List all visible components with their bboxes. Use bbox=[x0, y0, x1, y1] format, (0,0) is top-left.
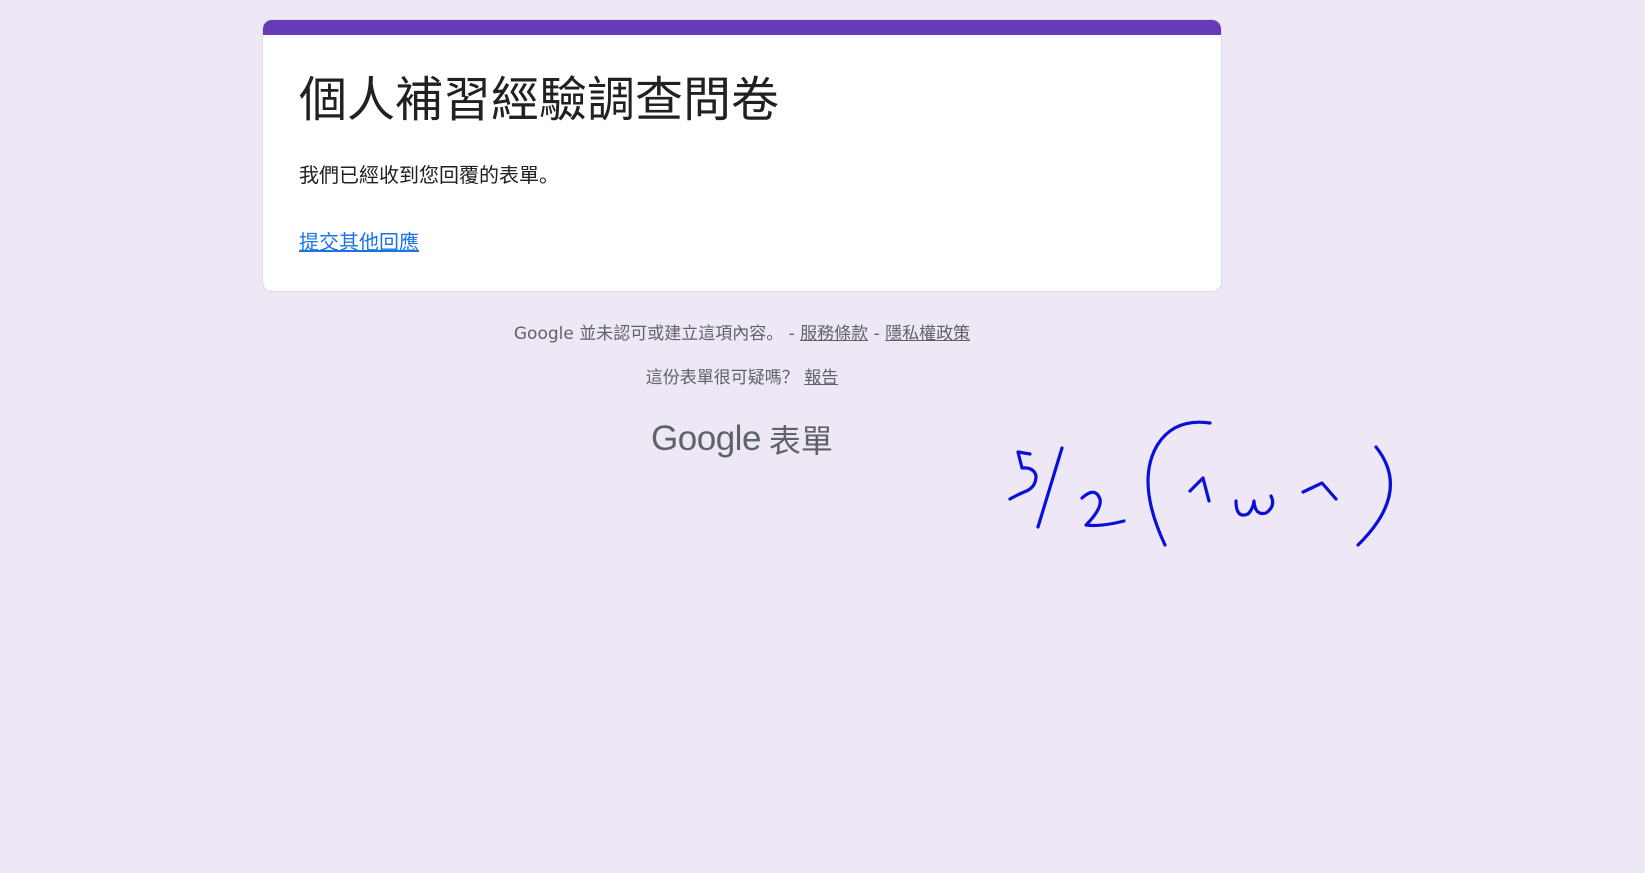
handwriting-digit-5 bbox=[1008, 450, 1038, 501]
handwriting-slash bbox=[1036, 446, 1064, 529]
terms-of-service-link[interactable]: 服務條款 bbox=[800, 324, 868, 344]
submit-another-response-link[interactable]: 提交其他回應 bbox=[299, 228, 419, 256]
handwriting-omega bbox=[1234, 494, 1275, 517]
report-link[interactable]: 報告 bbox=[804, 368, 838, 388]
footer-disclaimer-line: Google 並未認可或建立這項內容。 - 服務條款 - 隱私權政策 bbox=[262, 319, 1222, 344]
forms-product-name: 表單 bbox=[768, 422, 833, 460]
handwriting-open-paren bbox=[1146, 420, 1212, 547]
handwriting-left-eye bbox=[1188, 476, 1211, 503]
handwriting-right-eye bbox=[1301, 481, 1338, 501]
handwriting-digit-2 bbox=[1080, 490, 1126, 528]
confirmation-card: 個人補習經驗調查問卷 我們已經收到您回覆的表單。 提交其他回應 bbox=[262, 19, 1222, 292]
handwriting-close-paren bbox=[1356, 445, 1392, 547]
confirmation-message: 我們已經收到您回覆的表單。 bbox=[299, 163, 559, 187]
privacy-policy-link[interactable]: 隱私權政策 bbox=[885, 324, 970, 344]
form-title: 個人補習經驗調查問卷 bbox=[299, 72, 780, 128]
handwriting-digit-5-top bbox=[1016, 450, 1032, 456]
suspicious-form-text: 這份表單很可疑嗎？ bbox=[645, 368, 805, 388]
footer-separator: - bbox=[868, 324, 886, 344]
card-accent-bar bbox=[263, 20, 1221, 35]
handwritten-annotation bbox=[1008, 420, 1392, 547]
google-wordmark: Google bbox=[651, 419, 761, 458]
footer-report-line: 這份表單很可疑嗎？ 報告 bbox=[262, 363, 1222, 388]
footer-disclaimer: Google 並未認可或建立這項內容。 - bbox=[513, 324, 801, 344]
